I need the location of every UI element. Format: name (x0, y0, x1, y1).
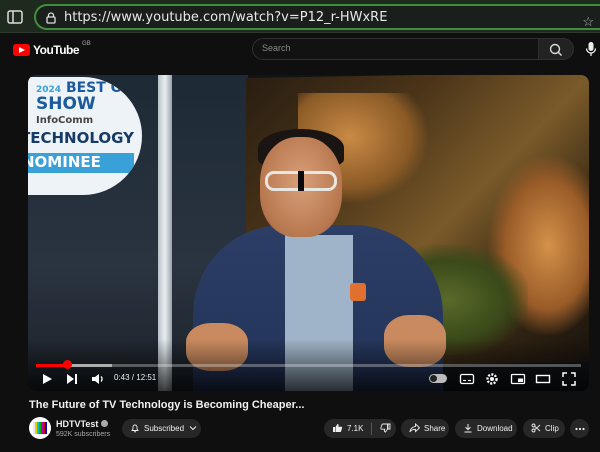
youtube-play-icon (13, 44, 30, 56)
theater-mode-icon[interactable] (535, 371, 551, 387)
verified-icon (101, 420, 109, 427)
clip-button[interactable]: Clip (523, 419, 565, 438)
settings-gear-icon[interactable] (484, 371, 500, 387)
subtitles-icon[interactable] (459, 371, 475, 387)
logo-text: YouTube (33, 43, 80, 57)
search-placeholder: Search (262, 43, 291, 53)
clip-label: Clip (545, 424, 559, 433)
infocomm-sign: 2024 BEST OF SHOW InfoComm TECHNOLOGY NO… (28, 77, 142, 195)
lock-icon (44, 11, 58, 25)
browser-toolbar: https://www.youtube.com/watch?v=P12_r-HW… (0, 0, 600, 33)
sign-nominee: NOMINEE (28, 153, 134, 173)
pocket-square (350, 283, 366, 301)
subscribed-label: Subscribed (144, 424, 185, 433)
youtube-header: YouTube GB Search (0, 34, 600, 74)
time-display: 0:43 / 12:51 (114, 373, 157, 382)
sign-show: SHOW (36, 94, 96, 114)
share-label: Share (424, 424, 446, 433)
microphone-icon[interactable] (585, 41, 597, 57)
chevron-down-icon (189, 424, 197, 434)
search-icon (549, 43, 562, 56)
address-bar[interactable]: https://www.youtube.com/watch?v=P12_r-HW… (34, 4, 600, 30)
download-label: Download (477, 424, 513, 433)
search-input[interactable]: Search (252, 38, 539, 60)
video-title: The Future of TV Technology is Becoming … (29, 399, 305, 411)
bookmark-star-icon[interactable]: ☆ (582, 14, 594, 30)
video-player[interactable]: 2024 BEST OF SHOW InfoComm TECHNOLOGY NO… (28, 75, 589, 391)
bell-icon (130, 423, 140, 435)
dislike-icon[interactable] (380, 423, 391, 435)
subscribed-button[interactable]: Subscribed (122, 419, 201, 438)
download-icon (463, 423, 473, 435)
presenter-glasses (265, 171, 337, 191)
share-icon (409, 422, 421, 435)
sign-infocomm: InfoComm (36, 115, 94, 126)
like-icon[interactable] (332, 423, 343, 435)
subscriber-count: 592K subscribers (56, 431, 111, 438)
sidebar-toggle-icon[interactable] (6, 8, 24, 26)
search-button[interactable] (538, 38, 574, 60)
autoplay-toggle[interactable] (429, 374, 447, 383)
channel-name-text: HDTVTest (56, 419, 99, 429)
progress-bar[interactable] (36, 364, 581, 367)
url-text: https://www.youtube.com/watch?v=P12_r-HW… (64, 10, 388, 25)
region-code: GB (82, 41, 91, 47)
fullscreen-icon[interactable] (561, 371, 577, 387)
like-count: 7.1K (347, 424, 364, 433)
youtube-logo[interactable]: YouTube GB (13, 41, 91, 57)
share-button[interactable]: Share (401, 419, 449, 438)
next-icon[interactable] (65, 371, 79, 387)
channel-name[interactable]: HDTVTest (56, 419, 109, 429)
download-button[interactable]: Download (455, 419, 517, 438)
color-bars-logo (33, 422, 47, 434)
play-icon[interactable] (40, 371, 54, 387)
channel-avatar[interactable] (29, 417, 51, 439)
like-dislike-group: 7.1K (324, 419, 396, 438)
miniplayer-icon[interactable] (510, 371, 526, 387)
progress-scrubber[interactable] (62, 360, 72, 369)
volume-icon[interactable] (90, 371, 106, 387)
more-actions-icon[interactable] (570, 419, 589, 438)
scissors-icon (531, 423, 541, 435)
divider (371, 422, 373, 435)
progress-fill (36, 364, 67, 367)
sign-technology: TECHNOLOGY (28, 129, 134, 147)
